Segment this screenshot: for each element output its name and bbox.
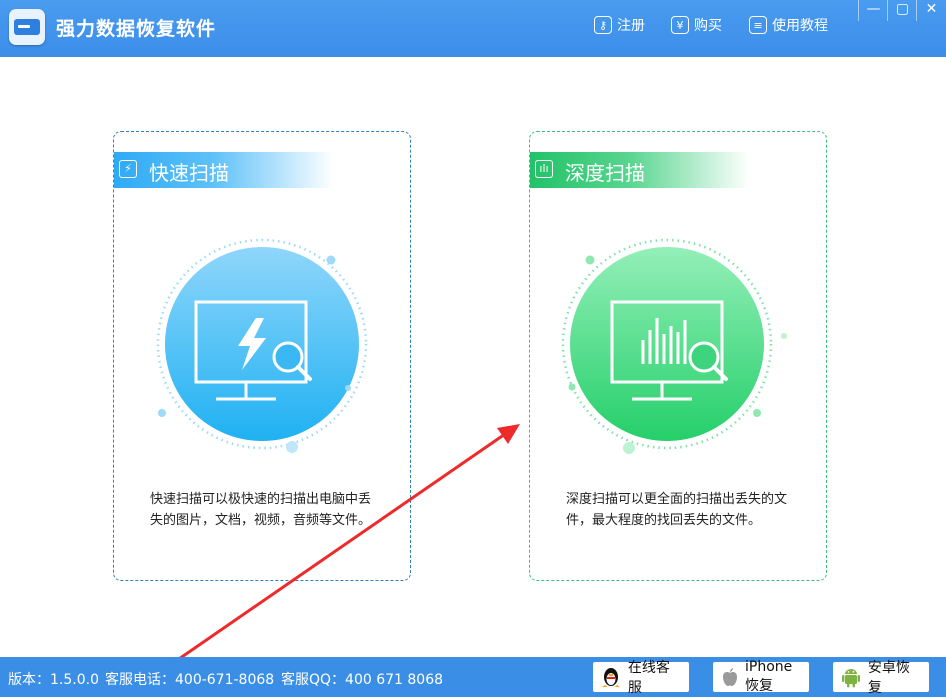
- tutorial-label: 使用教程: [772, 18, 828, 34]
- app-title: 强力数据恢复软件: [56, 18, 217, 40]
- register-button[interactable]: ⚷ 注册: [594, 14, 645, 36]
- minimize-button[interactable]: —: [858, 0, 888, 21]
- tutorial-button[interactable]: ≡ 使用教程: [749, 14, 828, 36]
- online-service-button[interactable]: 在线客服: [593, 660, 689, 696]
- android-recovery-button[interactable]: 安卓恢复: [833, 660, 929, 696]
- buy-label: 购买: [694, 18, 722, 34]
- quick-scan-header: ⚡ 快速扫描: [114, 152, 334, 188]
- document-icon: ≡: [749, 16, 767, 34]
- qq-penguin-icon: [601, 666, 622, 688]
- android-recovery-label: 安卓恢复: [867, 660, 910, 696]
- quick-scan-title: 快速扫描: [149, 161, 229, 185]
- quick-scan-card[interactable]: ⚡ 快速扫描 快速扫描可以极快速的扫描出电脑中丢失的图片，文档，视频，音频等文件…: [113, 131, 411, 581]
- deep-scan-title: 深度扫描: [565, 161, 645, 185]
- android-icon: [841, 666, 862, 688]
- maximize-button[interactable]: ▢: [887, 0, 917, 21]
- iphone-recovery-label: iPhone恢复: [745, 659, 793, 694]
- quick-scan-illustration: [156, 238, 368, 453]
- register-label: 注册: [617, 18, 645, 34]
- title-bar: 强力数据恢复软件 ⚷ 注册 ¥ 购买 ≡ 使用教程 — ▢ ✕: [0, 0, 946, 57]
- apple-icon: [721, 666, 739, 688]
- deep-scan-illustration: [561, 238, 787, 454]
- iphone-recovery-button[interactable]: iPhone恢复: [713, 659, 809, 694]
- key-icon: ⚷: [594, 16, 612, 34]
- service-qq-text: 客服QQ：400 671 8068: [281, 672, 444, 688]
- online-service-label: 在线客服: [627, 660, 670, 696]
- chart-bars-icon: ılı: [535, 160, 553, 178]
- yen-icon: ¥: [671, 16, 689, 34]
- close-button[interactable]: ✕: [916, 0, 946, 21]
- buy-button[interactable]: ¥ 购买: [671, 14, 722, 36]
- deep-scan-card[interactable]: ılı 深度扫描 深度扫描可以更全面的扫描出丢失的文件，最大程度的找回丢失的文件…: [529, 131, 827, 581]
- version-text: 版本：1.5.0.0: [8, 672, 99, 688]
- deep-scan-description: 深度扫描可以更全面的扫描出丢失的文件，最大程度的找回丢失的文件。: [566, 492, 788, 528]
- quick-scan-description: 快速扫描可以极快速的扫描出电脑中丢失的图片，文档，视频，音频等文件。: [150, 492, 372, 528]
- status-bar: 版本：1.5.0.0 客服电话：400-671-8068 客服QQ：400 67…: [0, 657, 946, 697]
- service-phone-text: 客服电话：400-671-8068: [105, 672, 275, 688]
- deep-scan-header: ılı 深度扫描: [530, 152, 750, 188]
- app-logo: [9, 9, 45, 45]
- lightning-icon: ⚡: [119, 160, 137, 178]
